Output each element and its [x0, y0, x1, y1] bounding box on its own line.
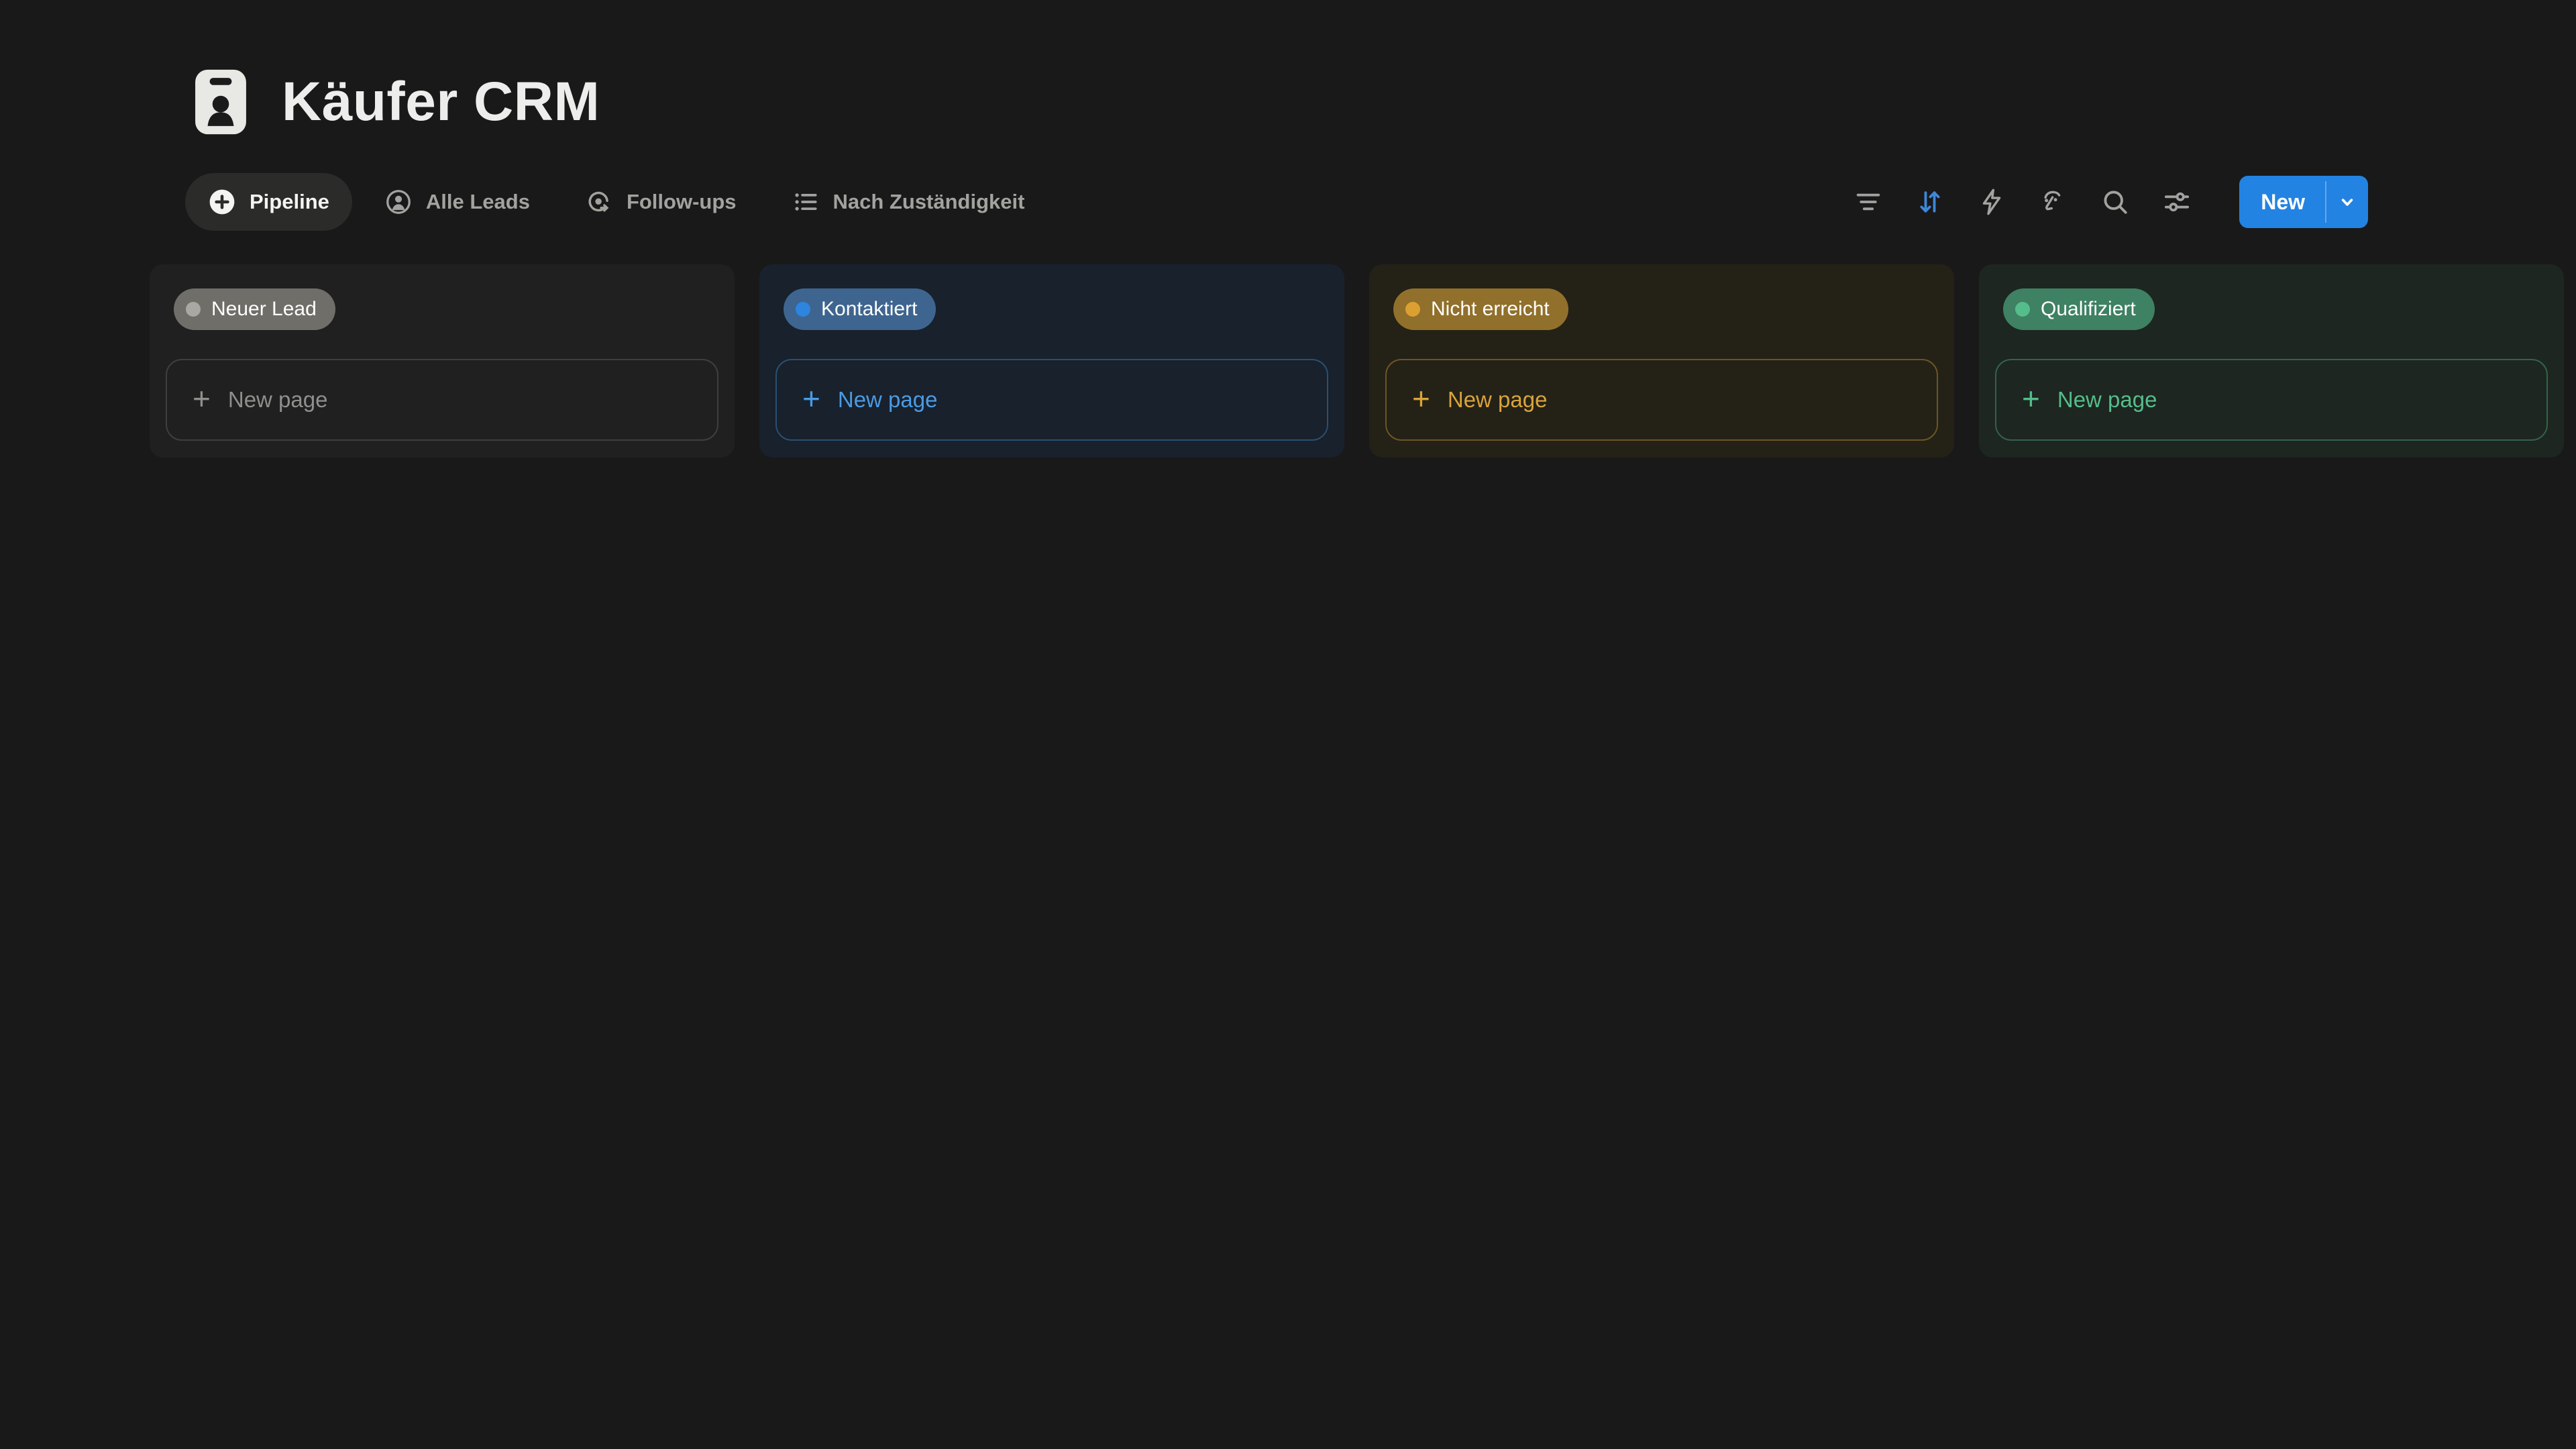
page-header: Käufer CRM [193, 67, 600, 137]
person-icon [384, 188, 413, 216]
followup-rotate-icon [585, 188, 613, 216]
column-qualifiziert: Qualifiziert + New page [1979, 264, 2564, 458]
sort-icon[interactable] [1915, 186, 1945, 217]
status-label: Neuer Lead [211, 298, 317, 321]
tab-label: Pipeline [250, 190, 329, 214]
tab-pipeline[interactable]: Pipeline [185, 173, 352, 231]
sliders-icon[interactable] [2161, 186, 2192, 217]
new-page-button[interactable]: + New page [166, 359, 718, 441]
circle-plus-icon [208, 188, 236, 216]
new-button[interactable]: New [2239, 176, 2325, 228]
chevron-down-icon [2336, 191, 2359, 213]
page-title[interactable]: Käufer CRM [282, 70, 600, 133]
tab-label: Follow-ups [627, 190, 737, 214]
new-page-label: New page [2057, 387, 2157, 413]
bulleted-list-icon [792, 188, 820, 216]
status-dot [186, 302, 201, 317]
tab-label: Nach Zuständigkeit [833, 190, 1025, 214]
search-icon[interactable] [2100, 186, 2131, 217]
tab-label: Alle Leads [426, 190, 530, 214]
status-dot [1405, 302, 1420, 317]
view-toolbar: New [1853, 173, 2368, 231]
new-page-label: New page [838, 387, 938, 413]
status-label: Nicht erreicht [1431, 298, 1550, 321]
column-nicht-erreicht: Nicht erreicht + New page [1369, 264, 1954, 458]
new-page-button[interactable]: + New page [1385, 359, 1938, 441]
status-label: Kontaktiert [821, 298, 917, 321]
tab-alle-leads[interactable]: Alle Leads [362, 173, 553, 231]
new-split-button: New [2239, 176, 2368, 228]
new-page-button[interactable]: + New page [775, 359, 1328, 441]
tab-nach-zustaendigkeit[interactable]: Nach Zuständigkeit [769, 173, 1048, 231]
status-label: Qualifiziert [2041, 298, 2136, 321]
filter-icon[interactable] [1853, 186, 1884, 217]
plus-icon: + [2022, 383, 2040, 414]
column-kontaktiert: Kontaktiert + New page [759, 264, 1344, 458]
ai-face-icon[interactable] [2038, 186, 2069, 217]
new-page-label: New page [228, 387, 328, 413]
status-dot [796, 302, 810, 317]
status-pill[interactable]: Nicht erreicht [1393, 288, 1568, 330]
status-dot [2015, 302, 2030, 317]
status-pill[interactable]: Neuer Lead [174, 288, 335, 330]
tab-follow-ups[interactable]: Follow-ups [562, 173, 759, 231]
new-page-label: New page [1448, 387, 1548, 413]
new-dropdown-button[interactable] [2326, 176, 2368, 228]
status-pill[interactable]: Qualifiziert [2003, 288, 2155, 330]
kanban-board: Neuer Lead + New page Kontaktiert + New … [150, 264, 2564, 458]
status-pill[interactable]: Kontaktiert [784, 288, 936, 330]
plus-icon: + [1412, 383, 1430, 414]
lightning-icon[interactable] [1976, 186, 2007, 217]
contact-badge-icon[interactable] [193, 67, 248, 137]
new-page-button[interactable]: + New page [1995, 359, 2548, 441]
plus-icon: + [193, 383, 211, 414]
plus-icon: + [802, 383, 820, 414]
column-neuer-lead: Neuer Lead + New page [150, 264, 735, 458]
